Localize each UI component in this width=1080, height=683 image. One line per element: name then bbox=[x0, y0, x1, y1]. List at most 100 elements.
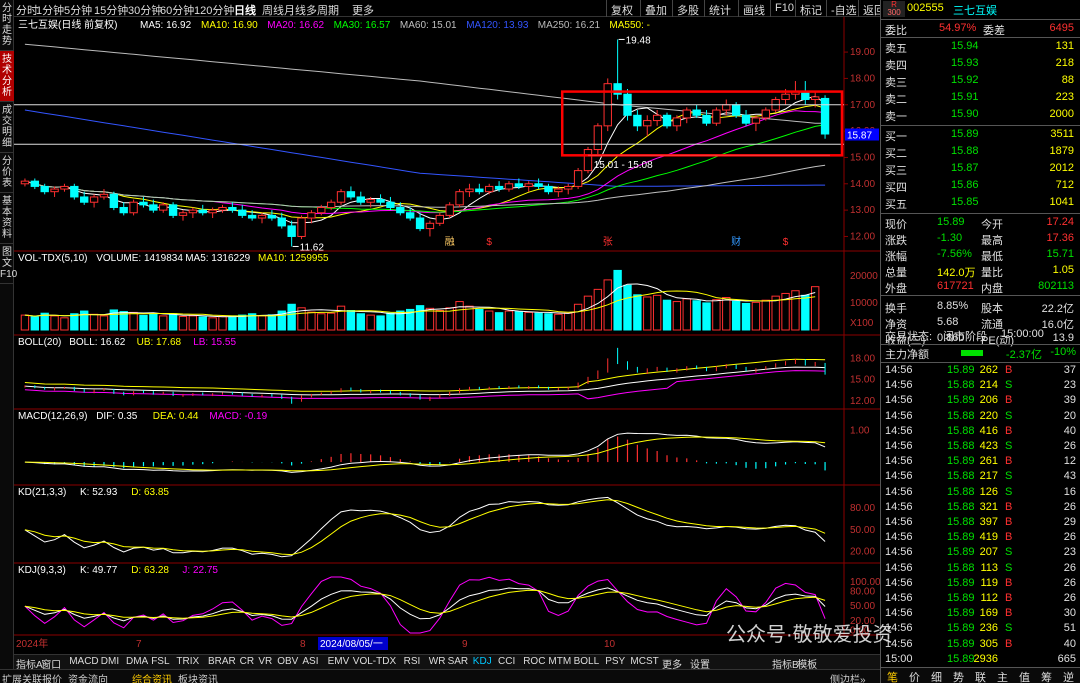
indicator-tab-6[interactable]: TRIX bbox=[176, 656, 199, 667]
right-tab-8[interactable]: 逆 bbox=[1063, 669, 1074, 683]
tick-volume: 126 bbox=[979, 485, 998, 498]
right-tab-7[interactable]: 筹 bbox=[1041, 669, 1052, 683]
status-tab-0[interactable]: 扩展 bbox=[2, 671, 22, 683]
indicator-tab-15[interactable]: WR bbox=[429, 656, 446, 667]
left-tabs: 分时走势 技术分析 成交明细 分价表 基本资料 图文F10 bbox=[0, 0, 17, 683]
indicator-tab-21[interactable]: BOLL bbox=[574, 656, 600, 667]
toolbar-button-0[interactable]: 复权 bbox=[606, 0, 637, 17]
period-tab-10[interactable]: 多周期 bbox=[306, 2, 339, 18]
status-tab-2[interactable]: 资金流向 bbox=[68, 671, 108, 683]
chart-area[interactable]: 19.0018.0017.0016.0015.0014.0013.0012.00… bbox=[14, 17, 880, 654]
candle-body bbox=[267, 214, 277, 219]
right-tab-1[interactable]: 价 bbox=[909, 669, 920, 683]
indicator-tab-4[interactable]: DMA bbox=[126, 656, 148, 667]
quote-label: 量比 bbox=[981, 267, 1003, 279]
status-tab-4[interactable]: 板块资讯 bbox=[178, 671, 218, 683]
quote-value: 617721 bbox=[937, 280, 974, 292]
candle-body bbox=[287, 225, 296, 237]
period-tab-7[interactable]: 日线 bbox=[234, 2, 256, 18]
quote-label: 涨跌 bbox=[885, 235, 907, 247]
indicator-tab-8[interactable]: CR bbox=[240, 656, 254, 667]
toolbar-button-7[interactable]: -自选 bbox=[826, 0, 861, 17]
x-axis-label: 2024年 bbox=[16, 637, 48, 650]
indicator-tab-7[interactable]: BRAR bbox=[208, 656, 236, 667]
left-tab-3[interactable]: 分价表 bbox=[0, 153, 14, 193]
period-tab-3[interactable]: 15分钟 bbox=[94, 2, 128, 18]
right-tab-3[interactable]: 势 bbox=[953, 669, 964, 683]
right-tab-0[interactable]: 笔 bbox=[887, 669, 898, 683]
period-tab-9[interactable]: 月线 bbox=[284, 2, 306, 18]
chart-svg[interactable]: 19.0018.0017.0016.0015.0014.0013.0012.00… bbox=[14, 17, 880, 654]
tick-volume: 419 bbox=[979, 531, 998, 544]
indicator-tab-9[interactable]: VR bbox=[258, 656, 272, 667]
period-tab-8[interactable]: 周线 bbox=[262, 2, 284, 18]
indicator-tab-20[interactable]: MTM bbox=[548, 656, 571, 667]
toolbar-button-1[interactable]: 叠加 bbox=[640, 0, 671, 17]
sidebar-toggle[interactable]: 侧边栏» bbox=[830, 671, 866, 683]
right-tab-4[interactable]: 联 bbox=[975, 669, 986, 683]
period-tab-0[interactable]: 分时 bbox=[16, 2, 38, 18]
volume-bar bbox=[376, 315, 385, 331]
status-tab-3[interactable]: 综合资讯 bbox=[132, 671, 172, 683]
x-axis-label: 8 bbox=[300, 639, 306, 650]
indicator-tab-11[interactable]: ASI bbox=[302, 656, 318, 667]
volume-bar bbox=[257, 315, 267, 331]
period-tab-6[interactable]: 120分钟 bbox=[194, 2, 234, 18]
kd-legend: KD(21,3,3) bbox=[18, 487, 66, 498]
sell-level-label: 卖五 bbox=[885, 43, 907, 55]
left-tab-5[interactable]: 图文F10 bbox=[0, 244, 17, 284]
toolbar-button-3[interactable]: 统计 bbox=[704, 0, 735, 17]
indicator-tab-17[interactable]: KDJ bbox=[473, 656, 492, 667]
candle-body bbox=[751, 117, 761, 124]
buy-price: 15.87 bbox=[951, 162, 979, 174]
period-tab-4[interactable]: 30分钟 bbox=[128, 2, 162, 18]
volume-bar bbox=[633, 294, 642, 331]
right-tab-5[interactable]: 主 bbox=[997, 669, 1008, 683]
right-tab-2[interactable]: 细 bbox=[931, 669, 942, 683]
tick-price: 15.88 bbox=[947, 516, 975, 528]
period-tab-2[interactable]: 5分钟 bbox=[64, 2, 92, 18]
volume-bar bbox=[564, 312, 573, 331]
buy-volume: 3511 bbox=[1050, 128, 1074, 140]
left-tab-4[interactable]: 基本资料 bbox=[0, 193, 14, 244]
indicator-tab-3[interactable]: DMI bbox=[101, 656, 119, 667]
indicator-tab-10[interactable]: OBV bbox=[277, 656, 298, 667]
left-tab-1[interactable]: 技术分析 bbox=[0, 51, 14, 102]
period-tab-11[interactable]: 更多 bbox=[352, 2, 374, 18]
left-tab-0[interactable]: 分时走势 bbox=[0, 0, 14, 51]
indicator-tab-19[interactable]: ROC bbox=[523, 656, 545, 667]
candle-body bbox=[218, 206, 227, 211]
buy-volume: 2012 bbox=[1049, 162, 1074, 174]
volume-bar bbox=[149, 313, 158, 331]
indicator-tab-13[interactable]: VOL-TDX bbox=[353, 656, 396, 667]
period-tab-1[interactable]: 1分钟 bbox=[36, 2, 64, 18]
volume-bar bbox=[761, 299, 770, 331]
indicator-tab-18[interactable]: CCI bbox=[498, 656, 515, 667]
indicator-tab-5[interactable]: FSL bbox=[151, 656, 169, 667]
toolbar-button-2[interactable]: 多股 bbox=[672, 0, 703, 17]
indicator-tab-14[interactable]: RSI bbox=[404, 656, 421, 667]
period-tab-5[interactable]: 60分钟 bbox=[160, 2, 194, 18]
candle-body bbox=[781, 93, 790, 100]
volume-bar bbox=[455, 301, 464, 331]
status-tab-1[interactable]: 关联报价 bbox=[22, 671, 62, 683]
toolbar-button-6[interactable]: 标记 bbox=[795, 0, 826, 17]
candle-body bbox=[139, 201, 148, 206]
right-tab-6[interactable]: 值 bbox=[1019, 669, 1030, 683]
indicator-tab-12[interactable]: EMV bbox=[328, 656, 350, 667]
indicator-tab-22[interactable]: PSY bbox=[605, 656, 625, 667]
volume-bar bbox=[485, 310, 494, 331]
left-tab-2[interactable]: 成交明细 bbox=[0, 102, 14, 153]
indicator-tab-16[interactable]: SAR bbox=[448, 656, 469, 667]
trade-status-time: 15:00:00 bbox=[1001, 328, 1044, 340]
tick-price: 15.89 bbox=[947, 455, 975, 468]
candle-body bbox=[820, 97, 830, 135]
candle-body bbox=[554, 188, 563, 193]
x-axis-label: 9 bbox=[462, 639, 468, 650]
toolbar-button-5[interactable]: F10 bbox=[770, 0, 798, 17]
indicator-tab-2[interactable]: MACD bbox=[69, 656, 98, 667]
indicator-tab-23[interactable]: MCST bbox=[630, 656, 658, 667]
tick-volume: 112 bbox=[980, 592, 998, 604]
period-toolbar: 分时 1分钟 5分钟 15分钟 30分钟 60分钟 120分钟 日线 周线 月线 多周期 更多 复权 叠加… bbox=[14, 0, 885, 18]
toolbar-button-4[interactable]: 画线 bbox=[738, 0, 769, 17]
